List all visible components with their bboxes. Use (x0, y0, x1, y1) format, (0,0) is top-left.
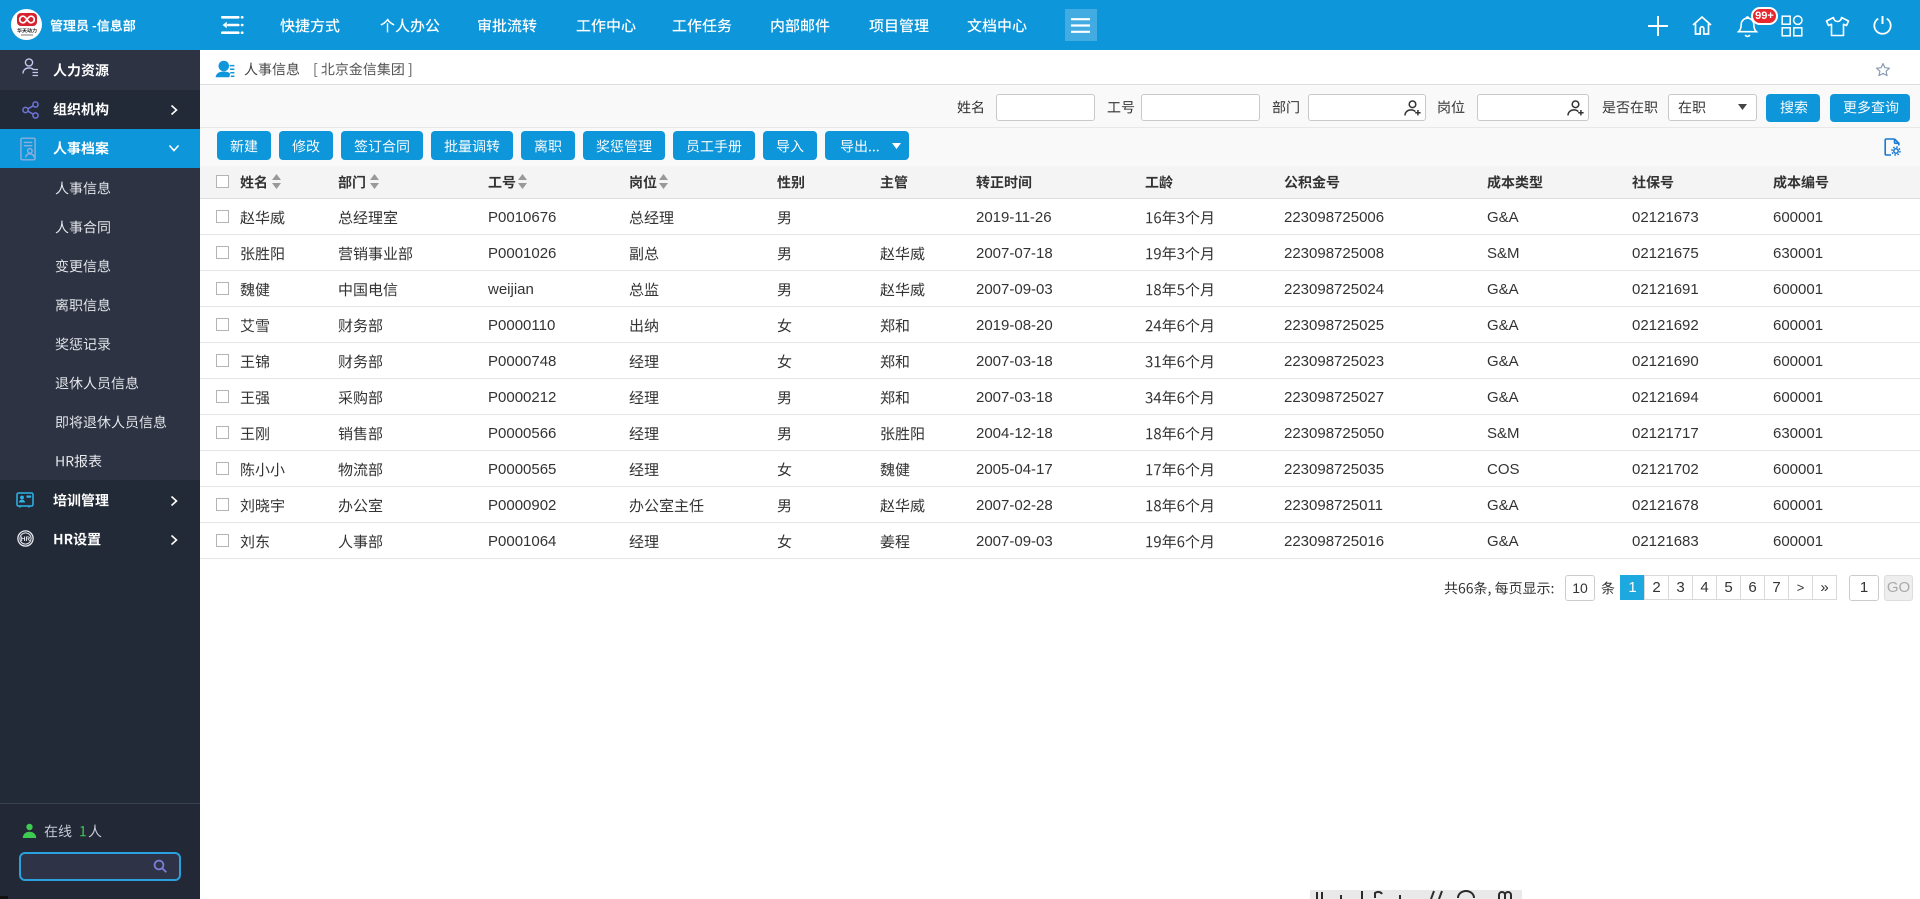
svg-text:HR: HR (21, 536, 31, 543)
